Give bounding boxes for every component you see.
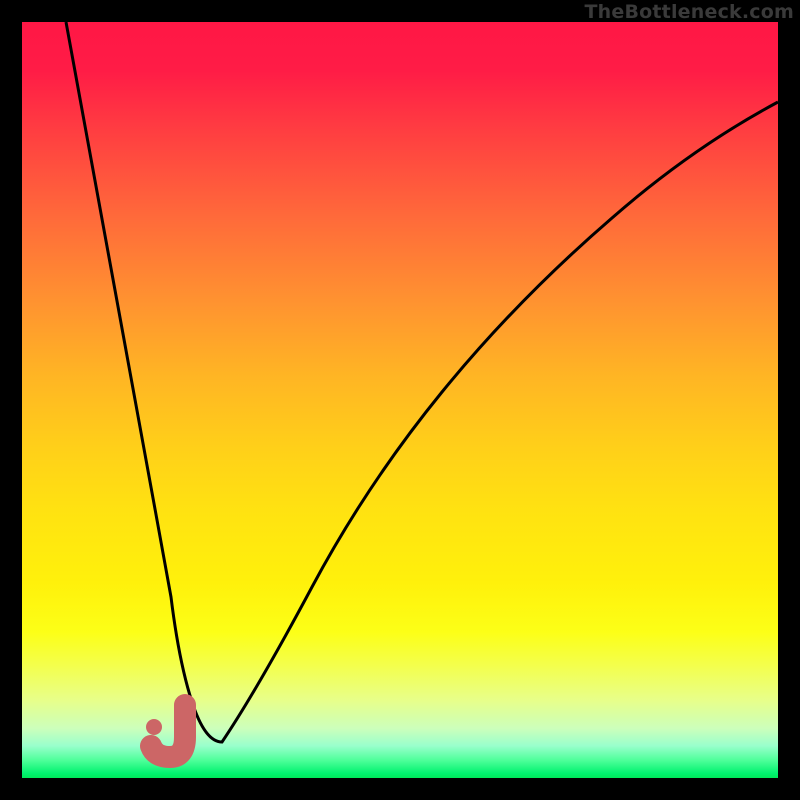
bg-gradient-bottom bbox=[22, 632, 778, 778]
plot-area bbox=[22, 22, 778, 778]
chart-frame: TheBottleneck.com bbox=[0, 0, 800, 800]
watermark-text: TheBottleneck.com bbox=[584, 1, 794, 23]
bg-gradient-top bbox=[22, 22, 778, 632]
